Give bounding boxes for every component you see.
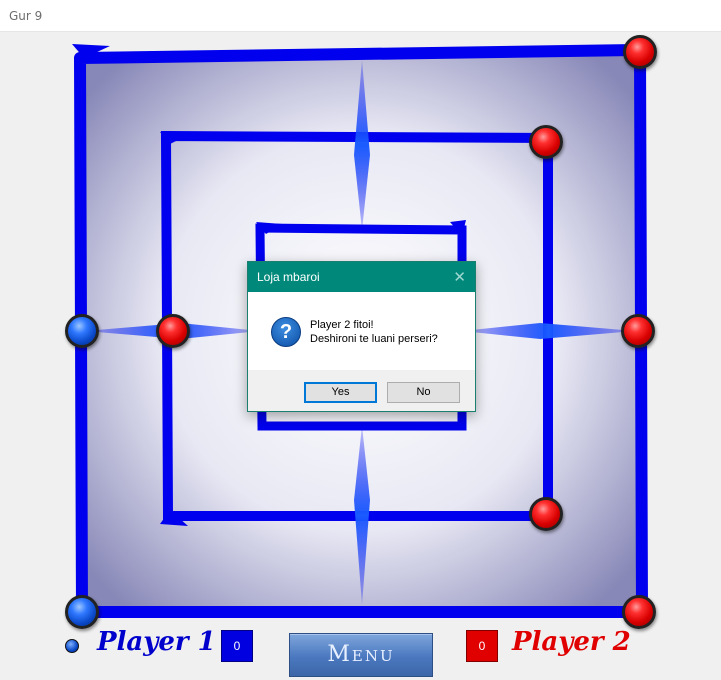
status-bar: Player 1 0 Menu 0 Player 2	[0, 625, 721, 680]
yes-button[interactable]: Yes	[304, 382, 377, 403]
dialog-message-replay: Deshironi te luani perseri?	[310, 333, 438, 345]
red-piece-outer-mid-right[interactable]	[621, 314, 655, 348]
player2-label: Player 2	[512, 627, 631, 657]
player2-score: 0	[466, 630, 498, 662]
dialog-title: Loja mbaroi	[248, 262, 475, 292]
window-title: Gur 9	[9, 9, 43, 23]
red-piece-middle-mid-left[interactable]	[156, 314, 190, 348]
dialog-message-winner: Player 2 fitoi!	[310, 319, 374, 331]
game-over-dialog: Loja mbaroi ✕ ? Player 2 fitoi! Deshiron…	[247, 261, 476, 412]
red-piece-outer-top-right[interactable]	[623, 35, 657, 69]
question-icon: ?	[271, 317, 301, 347]
red-piece-middle-bottom-right[interactable]	[529, 497, 563, 531]
player1-score: 0	[221, 630, 253, 662]
red-piece-outer-bottom-right[interactable]	[622, 595, 656, 629]
menu-button[interactable]: Menu	[289, 633, 433, 677]
no-button[interactable]: No	[387, 382, 460, 403]
blue-piece-outer-mid-left[interactable]	[65, 314, 99, 348]
game-window: Gur 9 Player 1 0 Menu 0 Player 2 Loja mb…	[0, 0, 721, 680]
title-bar[interactable]: Gur 9	[0, 0, 721, 32]
close-icon[interactable]: ✕	[453, 268, 466, 286]
blue-piece-outer-bottom-left[interactable]	[65, 595, 99, 629]
player1-turn-indicator	[65, 639, 79, 653]
player1-label: Player 1	[97, 627, 216, 657]
red-piece-middle-top-right[interactable]	[529, 125, 563, 159]
